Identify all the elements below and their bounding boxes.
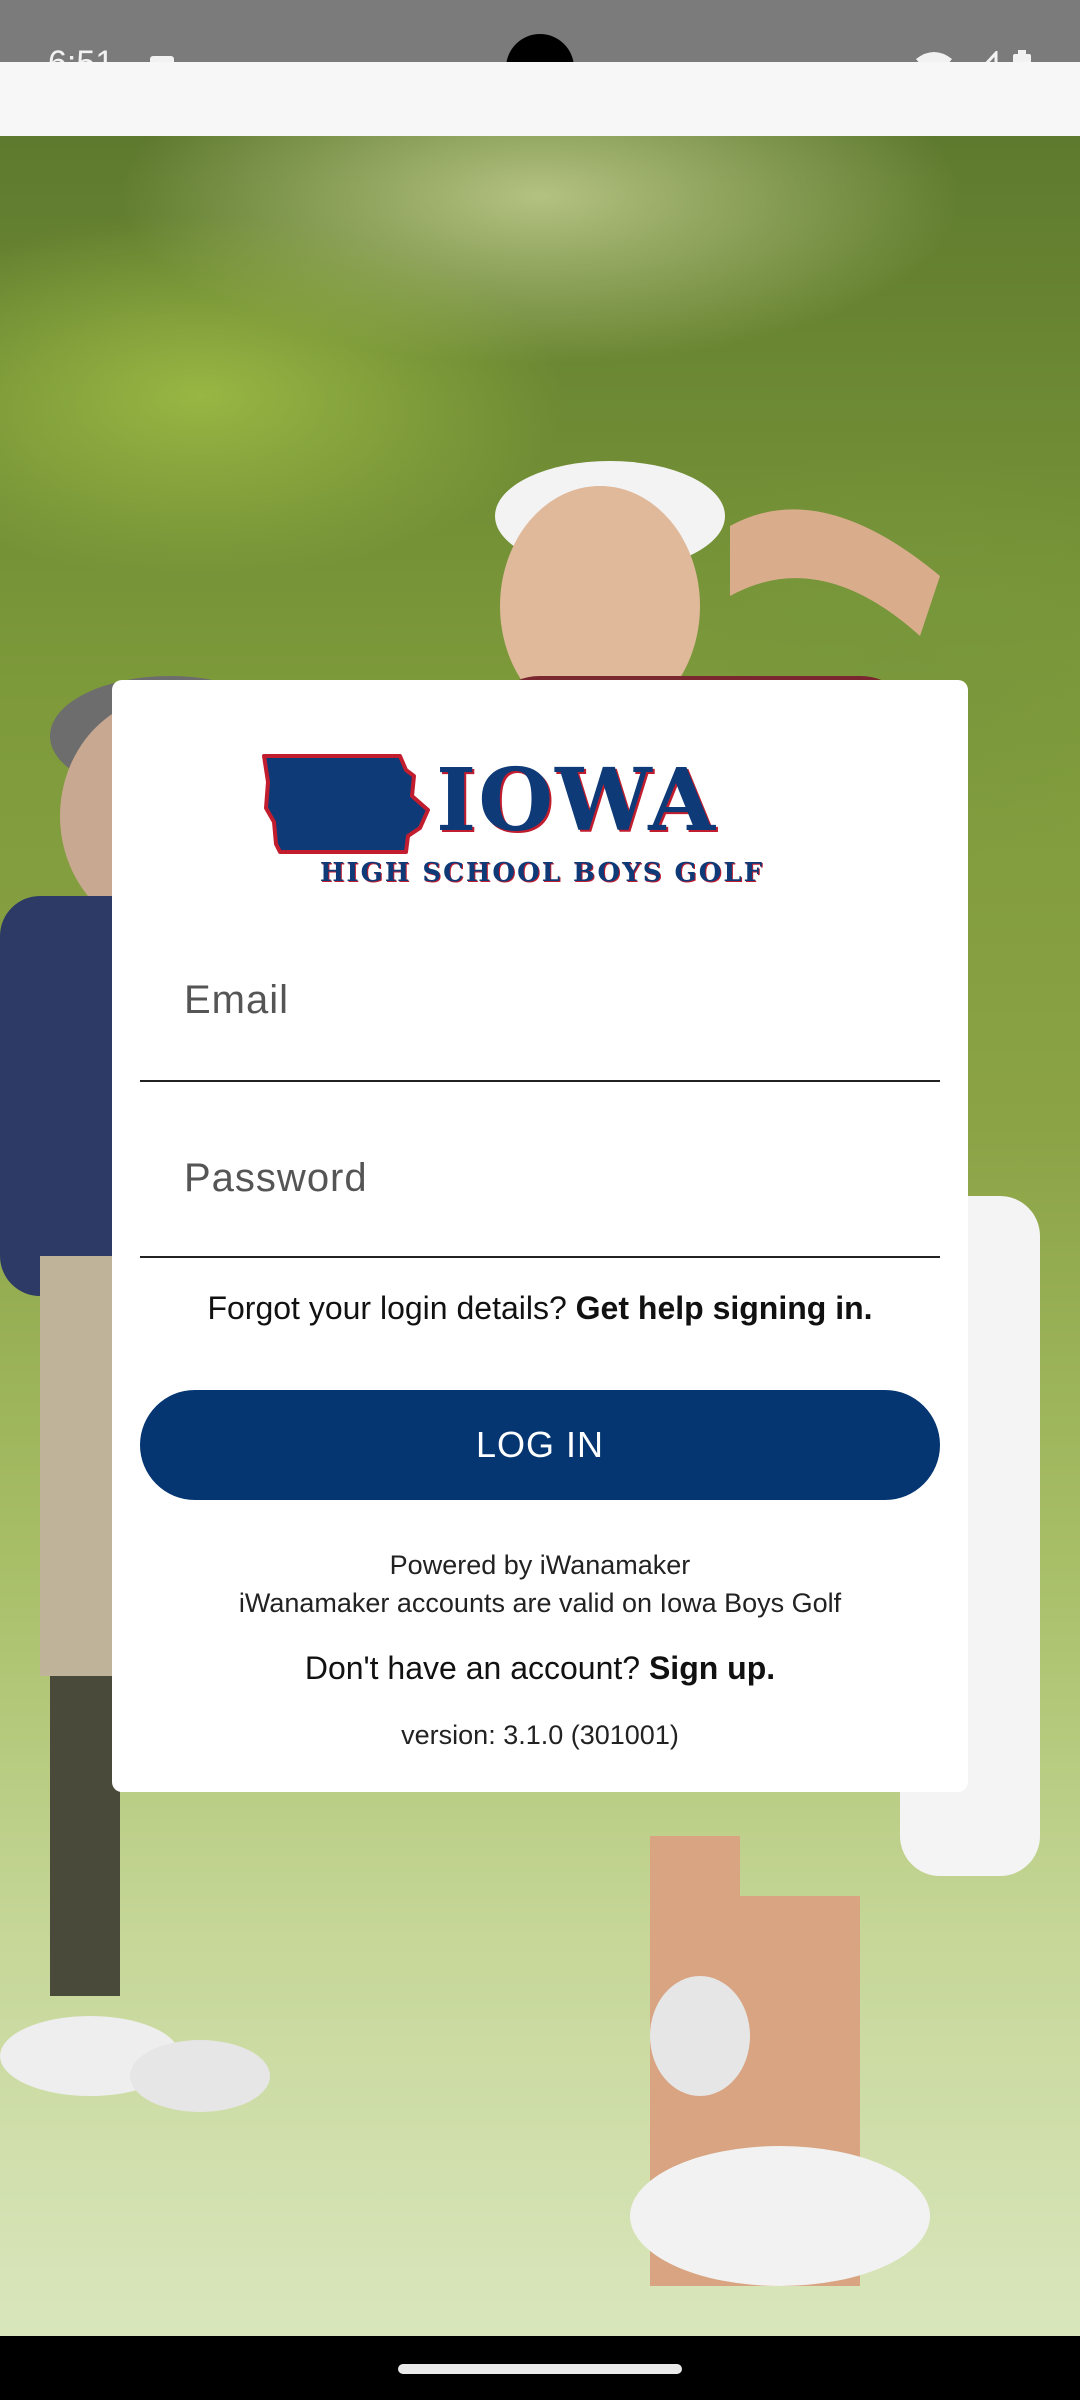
forgot-login-line: Forgot your login details? Get help sign…: [0, 1290, 1080, 1327]
email-input[interactable]: [140, 920, 940, 1080]
powered-by-text: Powered by iWanamaker: [389, 1550, 691, 1580]
iowa-golf-logo: IOWA HIGH SCHOOL BOYS GOLF: [260, 752, 820, 892]
home-gesture-handle[interactable]: [398, 2364, 682, 2374]
email-field-container: [140, 920, 940, 1082]
get-help-signing-in-link[interactable]: Get help signing in.: [576, 1290, 873, 1326]
navigation-bar: [0, 2336, 1080, 2400]
version-text: version: 3.1.0 (301001): [401, 1720, 679, 1750]
powered-by-block: Powered by iWanamaker iWanamaker account…: [0, 1546, 1080, 1622]
app-bar: [0, 62, 1080, 136]
logo-subtitle: HIGH SCHOOL BOYS GOLF: [319, 858, 765, 888]
accounts-note-text: iWanamaker accounts are valid on Iowa Bo…: [238, 1588, 842, 1618]
password-input[interactable]: [140, 1100, 940, 1256]
sign-up-link[interactable]: Sign up.: [649, 1650, 775, 1686]
logo-wordmark: IOWA: [436, 750, 717, 851]
password-field-container: [140, 1100, 940, 1258]
login-button[interactable]: LOG IN: [140, 1390, 940, 1500]
forgot-prefix: Forgot your login details?: [207, 1290, 576, 1326]
signup-line: Don't have an account? Sign up.: [0, 1650, 1080, 1687]
signup-prefix: Don't have an account?: [304, 1650, 649, 1686]
iowa-state-icon: [262, 754, 430, 854]
